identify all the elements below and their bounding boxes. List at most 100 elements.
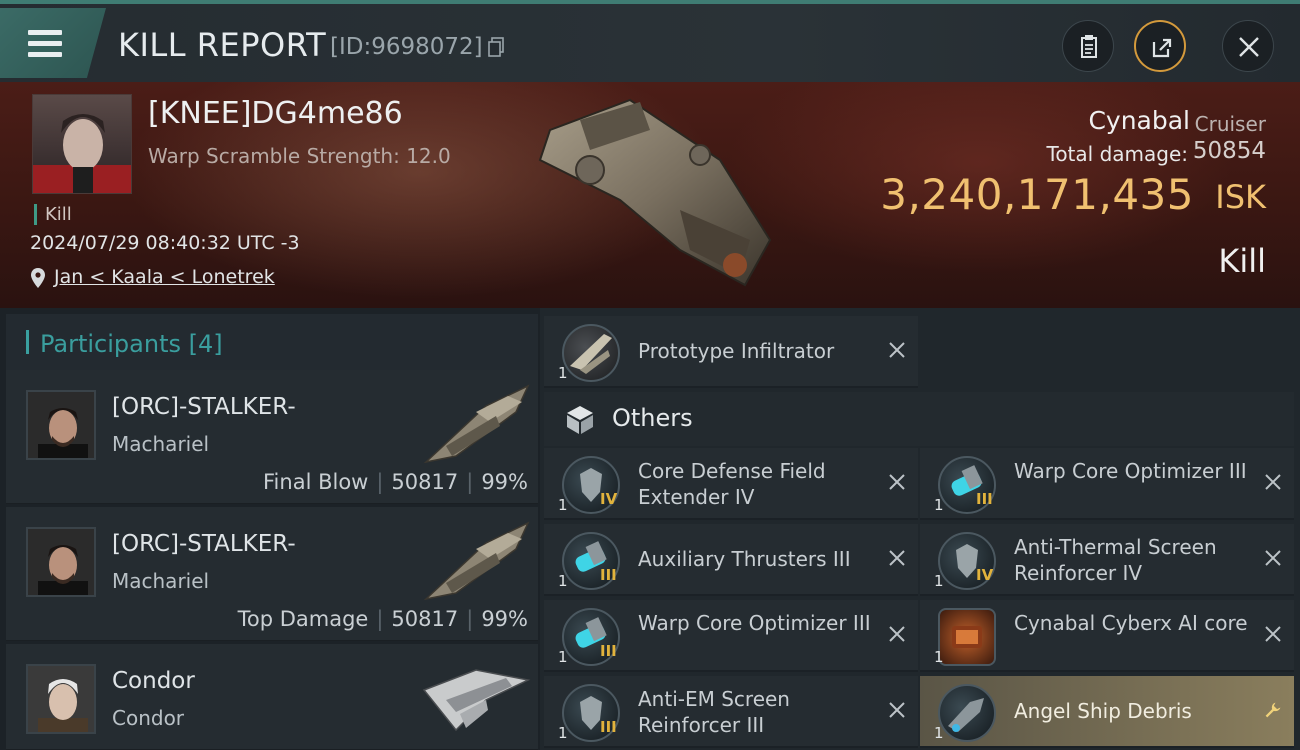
participant-name[interactable]: [ORC]-STALKER- [112,394,296,420]
victim-avatar[interactable] [32,94,132,194]
participant-ship: Machariel [112,569,210,593]
module-tier: III [600,718,617,736]
module-item[interactable]: 1 Prototype Infiltrator [544,316,918,388]
menu-button[interactable] [0,8,106,78]
participant-name[interactable]: [ORC]-STALKER- [112,531,296,557]
location-pin-icon [31,268,45,288]
participant-stats: Top Damage | 50817 | 99% [237,607,528,631]
module-name: Core Defense Field Extender IV [638,459,826,509]
close-icon [889,626,905,642]
module-qty: 1 [558,364,568,382]
victim-ship-name[interactable]: Cynabal [1088,106,1190,135]
participant-row[interactable]: Condor Condor [6,644,538,750]
location-link[interactable]: Jan < Kaala < Lonetrek [54,266,275,288]
menu-icon [28,30,62,35]
module-tier: III [976,490,993,508]
kill-timestamp: 2024/07/29 08:40:32 UTC -3 [30,232,300,254]
module-name: Auxiliary Thrusters III [638,547,851,571]
module-item[interactable]: 1 IV Core Defense Field Extender IV [544,448,918,520]
module-name: Angel Ship Debris [1014,699,1192,723]
participant-ship-image [423,521,530,601]
participants-panel: Participants [4] [ORC]-STALKER- Macharie… [0,308,540,750]
victim-stat: Warp Scramble Strength: 12.0 [148,144,451,168]
module-qty: 1 [558,724,568,742]
wrench-icon[interactable] [1264,701,1282,719]
participant-avatar [26,664,96,734]
participant-avatar [26,390,96,460]
participant-percent: 99% [481,607,528,631]
module-qty: 1 [558,496,568,514]
page-title: KILL REPORT [118,26,327,64]
module-item[interactable]: 1 III Warp Core Optimizer III [544,600,918,672]
module-name: Anti-EM Screen Reinforcer III [638,687,790,737]
module-qty: 1 [934,648,944,666]
module-name: Warp Core Optimizer III [1014,459,1247,483]
isk-unit: ISK [1215,178,1266,216]
module-tier: III [600,642,617,660]
close-icon [1239,37,1259,57]
module-qty: 1 [558,648,568,666]
close-button[interactable] [1222,20,1274,72]
module-name: Anti-Thermal Screen Reinforcer IV [1014,535,1217,585]
close-icon [889,474,905,490]
close-icon [1265,626,1281,642]
debris-icon [938,684,996,742]
module-qty: 1 [934,572,944,590]
ai-core-icon [938,608,996,666]
module-item[interactable]: 1 IV Anti-Thermal Screen Reinforcer IV [920,524,1294,596]
cube-icon [567,406,593,434]
participant-ship-image [422,669,531,732]
participant-damage: 50817 [391,470,459,494]
participant-ship: Machariel [112,432,210,456]
module-name: Prototype Infiltrator [638,339,835,363]
participant-percent: 99% [481,470,528,494]
module-tier: IV [976,566,994,584]
kill-tag: Kill [34,204,72,225]
isk-value: 3,240,171,435 [880,170,1194,219]
share-icon [1152,38,1172,58]
top-bar: KILL REPORT [ID:9698072] [0,0,1300,82]
participant-damage: 50817 [391,607,459,631]
kill-result: Kill [1218,242,1266,280]
module-item[interactable]: 1 III Anti-EM Screen Reinforcer III [544,676,918,748]
clipboard-button[interactable] [1062,20,1114,72]
module-name: Cynabal Cyberx AI core [1014,611,1248,635]
close-icon [1265,474,1281,490]
participant-ship-image [423,384,530,464]
others-section-header: Others [544,392,1294,446]
module-name: Warp Core Optimizer III [638,611,871,635]
participant-row[interactable]: [ORC]-STALKER- Machariel Top Damage | 5081… [6,507,538,641]
participant-row[interactable]: [ORC]-STALKER- Machariel Final Blow | 5081… [6,370,538,504]
clipboard-icon [1081,35,1097,58]
copy-icon[interactable] [488,37,504,57]
close-icon [889,550,905,566]
participants-label: Participants [4] [40,330,223,358]
close-icon [889,342,905,358]
others-label: Others [612,404,693,432]
module-qty: 1 [558,572,568,590]
victim-name[interactable]: [KNEE]DG4me86 [148,96,403,131]
participant-role: Top Damage [237,607,369,631]
module-item-loot[interactable]: 1 Angel Ship Debris [920,676,1294,748]
participant-name[interactable]: Condor [112,668,195,694]
module-item[interactable]: 1 III Auxiliary Thrusters III [544,524,918,596]
module-item[interactable]: 1 III Warp Core Optimizer III [920,448,1294,520]
close-icon [1265,550,1281,566]
report-id: [ID:9698072] [330,34,483,60]
module-qty: 1 [934,724,944,742]
total-damage-value: 50854 [1192,138,1266,164]
participants-header: Participants [4] [6,314,538,370]
module-item[interactable]: 1 Cynabal Cyberx AI core [920,600,1294,672]
participant-ship: Condor [112,706,185,730]
module-tier: III [600,566,617,584]
victim-ship-class: Cruiser [1194,112,1266,136]
participant-stats: Final Blow | 50817 | 99% [263,470,528,494]
module-tier: IV [600,490,618,508]
participant-role: Final Blow [263,470,369,494]
close-icon [889,702,905,718]
participant-avatar [26,527,96,597]
victim-ship-image [538,98,772,287]
share-button[interactable] [1134,20,1186,72]
modules-panel: 1 Prototype Infiltrator Others 1 IV Core… [540,308,1300,750]
module-qty: 1 [934,496,944,514]
